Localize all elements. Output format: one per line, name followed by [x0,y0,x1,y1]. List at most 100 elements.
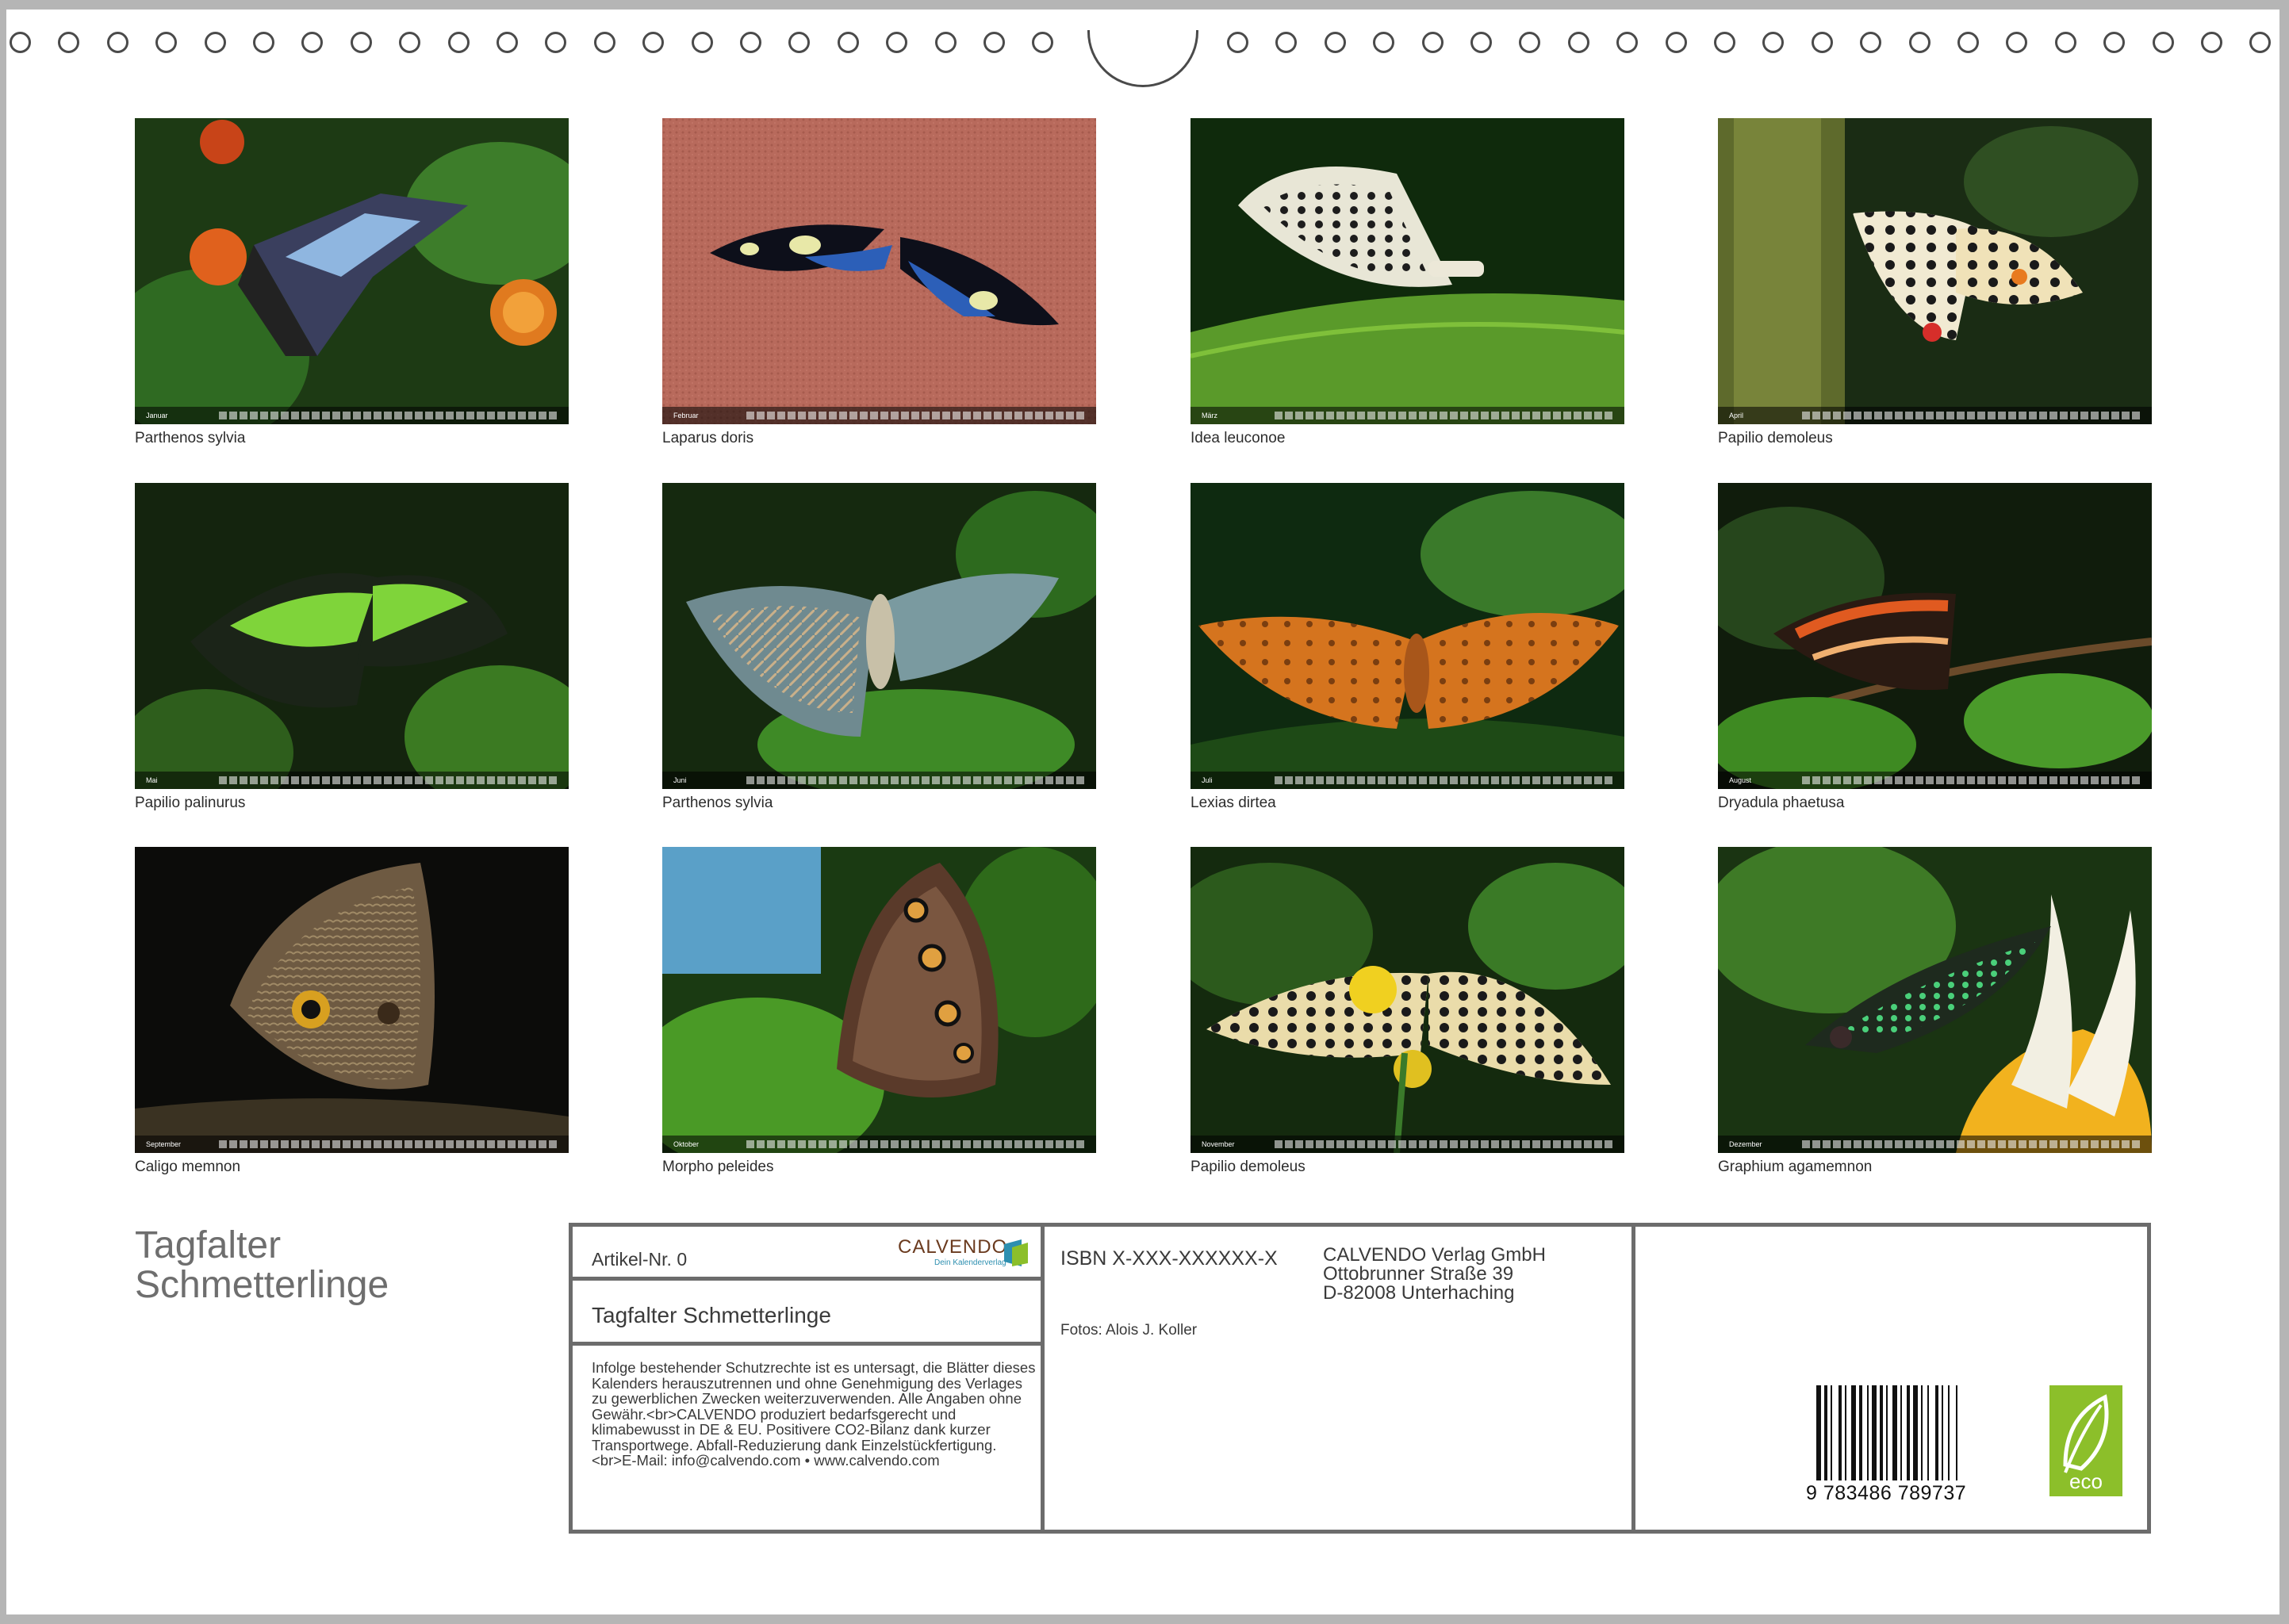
photo-caption: Morpho peleides [662,1159,774,1175]
calendar-days [1802,1140,2141,1148]
photo-caption: Laparus doris [662,430,754,446]
binding-hole [1762,32,1785,53]
publisher-street: Ottobrunner Straße 39 [1323,1263,1514,1285]
binding-hole [350,32,372,53]
binding-hole [106,32,128,53]
calendar-days [746,776,1085,784]
calendar-strip: November [1191,1136,1624,1153]
binding-hole [2103,32,2126,53]
binding-hole [740,32,761,53]
binding-hole [1567,32,1589,53]
month-label: Dezember [1729,1140,1762,1148]
binding-hole [1519,32,1541,53]
photo-november: November [1191,847,1624,1153]
eco-label: eco [2069,1469,2103,1493]
binding-hole [1665,32,1687,53]
calendar-days [1275,1140,1613,1148]
photo-caption: Idea leuconoe [1191,430,1286,446]
publisher-info-box: Artikel-Nr. 0 CALVENDO Dein Kalenderverl… [569,1223,2151,1534]
butterfly-photo [135,118,569,424]
month-label: Oktober [673,1140,700,1148]
month-label: März [1202,412,1217,419]
month-label: November [1202,1140,1235,1148]
month-label: Mai [146,776,158,784]
binding-hole [2152,32,2174,53]
binding-hole [691,32,713,53]
binding-hole [983,32,1005,53]
binding-hole [10,32,31,53]
calendar-days [746,412,1085,419]
eco-leaf-icon: eco [2049,1385,2122,1496]
article-number: Artikel-Nr. 0 [592,1249,688,1270]
calendar-back-page: Januar Parthenos sylvia Februar Laparus … [6,10,2279,1614]
binding-hole [2249,32,2272,53]
spiral-binding [6,30,2279,87]
photo-tile-december: Dezember Graphium agamemnon [1718,847,2152,1177]
binding-hole [253,32,274,53]
binding-hole [1032,32,1054,53]
calendar-strip: Juli [1191,772,1624,789]
butterfly-photo [1191,118,1624,424]
binding-hole [1227,32,1248,53]
binding-hole [837,32,859,53]
divider [1631,1227,1635,1530]
photo-october: Oktober [662,847,1096,1153]
calendar-strip: September [135,1136,569,1153]
photo-tile-march: März Idea leuconoe [1191,118,1624,448]
binding-hole [1908,32,1931,53]
calendar-title-line2: Schmetterlinge [135,1264,389,1306]
binding-hole [1324,32,1346,53]
divider [573,1277,1045,1281]
publisher-address: CALVENDO Verlag GmbH Ottobrunner Straße … [1323,1246,1608,1303]
butterfly-photo [662,847,1096,1153]
binding-hole [1275,32,1298,53]
publisher-city: D-82008 Unterhaching [1323,1282,1515,1304]
calendar-strip: Januar [135,407,569,424]
publisher-name: CALVENDO Verlag GmbH [1323,1244,1546,1266]
binding-hole [399,32,421,53]
photo-caption: Papilio palinurus [135,795,246,811]
photo-caption: Papilio demoleus [1718,430,1833,446]
calendar-days [219,1140,558,1148]
butterfly-photo [135,483,569,789]
binding-hole [788,32,811,53]
photo-tile-february: Februar Laparus doris [662,118,1096,448]
binding-hole [2006,32,2028,53]
butterfly-photo [1191,847,1624,1153]
binding-hole [2054,32,2076,53]
logo-tagline: Dein Kalenderverlag [934,1258,1006,1267]
month-label: April [1729,412,1744,419]
calendar-subtitle: Tagfalter Schmetterlinge [592,1303,831,1327]
photo-tile-november: November Papilio demoleus [1191,847,1624,1177]
binding-hole [1421,32,1444,53]
calendar-strip: März [1191,407,1624,424]
month-label: Juli [1202,776,1213,784]
binding-hole [204,32,226,53]
calvendo-mark-icon [1004,1239,1028,1266]
legal-notice: Infolge bestehender Schutzrechte ist es … [592,1359,1036,1469]
photo-march: März [1191,118,1624,424]
calendar-days [1275,412,1613,419]
photo-april: April [1718,118,2152,424]
calendar-strip: August [1718,772,2152,789]
binding-hole [1860,32,1882,53]
photo-january: Januar [135,118,569,424]
binding-hole [593,32,615,53]
butterfly-photo [135,847,569,1153]
binding-hole [2201,32,2222,53]
calendar-days [1802,412,2141,419]
isbn: ISBN X-XXX-XXXXXX-X [1060,1247,1278,1270]
photo-caption: Parthenos sylvia [135,430,246,446]
month-label: Januar [146,412,168,419]
photo-tile-april: April Papilio demoleus [1718,118,2152,448]
calendar-title: Tagfalter Schmetterlinge [135,1226,468,1305]
binding-hole [886,32,908,53]
photo-caption: Caligo memnon [135,1159,241,1175]
butterfly-photo [662,118,1096,424]
photo-tile-may: Mai Papilio palinurus [135,483,569,813]
calendar-title-line1: Tagfalter [135,1224,282,1266]
calendar-strip: Oktober [662,1136,1096,1153]
calendar-strip: Dezember [1718,1136,2152,1153]
logo-brand: CALVENDO [898,1236,1008,1258]
photo-may: Mai [135,483,569,789]
